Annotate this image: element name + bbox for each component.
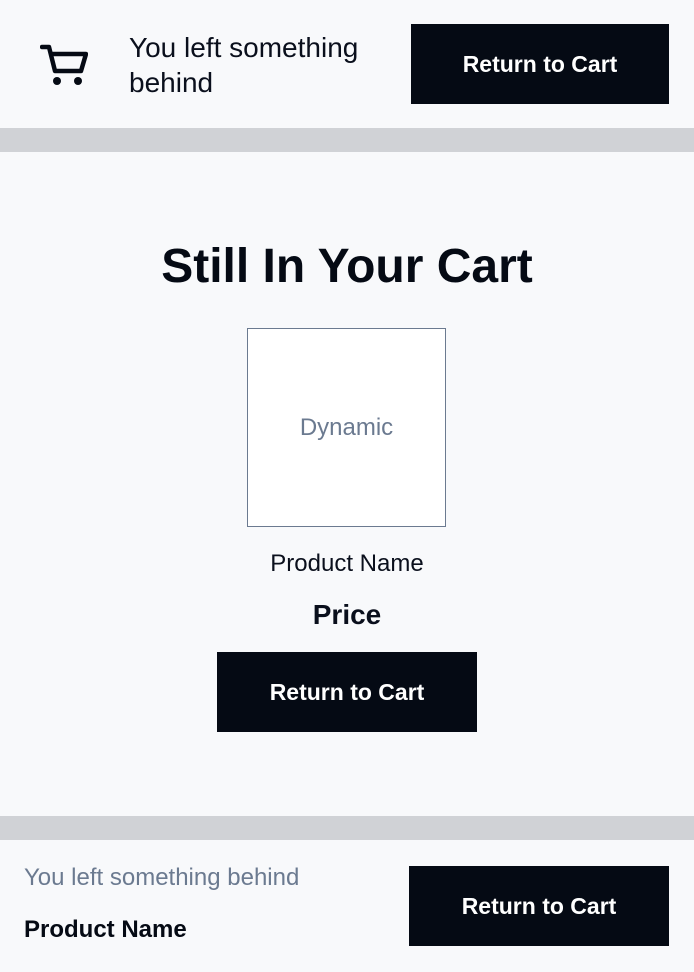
section-divider <box>0 128 694 152</box>
return-to-cart-button[interactable]: Return to Cart <box>411 24 669 104</box>
product-name: Product Name <box>270 550 424 577</box>
product-image-placeholder: Dynamic <box>247 328 446 527</box>
section-title: Still In Your Cart <box>161 240 533 293</box>
footer-banner: You left something behind Product Name R… <box>0 840 694 972</box>
product-price: Price <box>312 599 382 630</box>
return-to-cart-button[interactable]: Return to Cart <box>217 652 477 732</box>
email-template: You left something behind Return to Cart… <box>0 0 694 972</box>
section-divider <box>0 816 694 840</box>
return-to-cart-button[interactable]: Return to Cart <box>409 866 669 946</box>
image-placeholder-label: Dynamic <box>299 413 394 441</box>
header-banner: You left something behind Return to Cart <box>0 0 694 128</box>
header-message: You left something behind <box>129 32 359 98</box>
shopping-cart-icon <box>40 44 88 85</box>
footer-message: You left something behind <box>24 864 300 891</box>
footer-product-name: Product Name <box>24 916 187 943</box>
cart-reminder-section: Still In Your Cart Dynamic Product Name … <box>0 152 694 816</box>
